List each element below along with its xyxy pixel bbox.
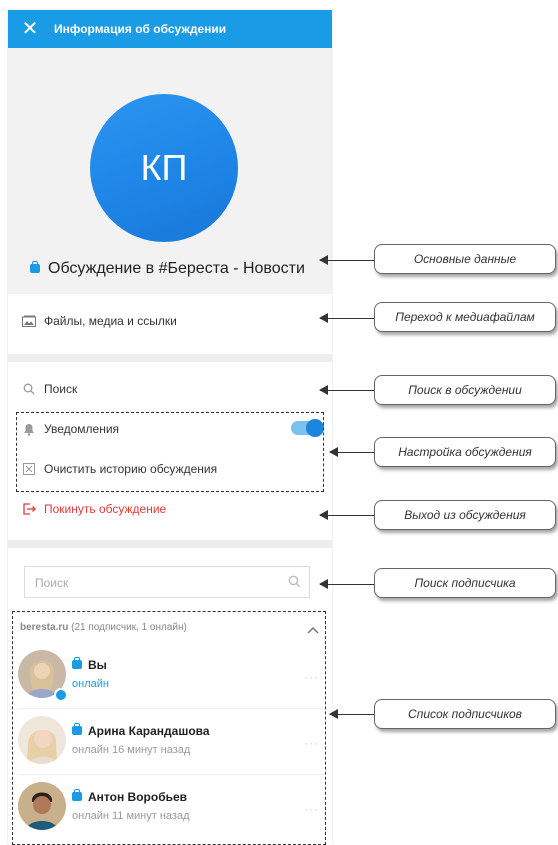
callout-arrow bbox=[319, 313, 376, 323]
search-in-discussion-item[interactable]: Поиск bbox=[22, 382, 77, 396]
row-divider bbox=[18, 708, 324, 709]
subscriber-name: Арина Карандашова bbox=[72, 723, 210, 738]
discussion-header: КП bbox=[8, 48, 332, 294]
clear-history-label: Очистить историю обсуждения bbox=[44, 462, 218, 476]
more-options-icon[interactable]: ··· bbox=[304, 670, 319, 684]
subscriber-search-input[interactable] bbox=[33, 573, 277, 593]
search-label: Поиск bbox=[44, 382, 78, 396]
notifications-toggle[interactable] bbox=[291, 419, 324, 437]
files-media-links-item[interactable]: Файлы, медиа и ссылки bbox=[22, 314, 177, 328]
callout-arrow bbox=[319, 510, 376, 520]
subscribers-count: (21 подписчик, 1 онлайн) bbox=[71, 622, 187, 633]
panel-title: Информация об обсуждении bbox=[54, 22, 227, 36]
subscriber-row[interactable]: Арина Карандашова онлайн 16 минут назад … bbox=[8, 710, 332, 774]
notifications-label: Уведомления bbox=[44, 422, 120, 436]
clear-history-item[interactable]: Очистить историю обсуждения bbox=[22, 462, 217, 476]
subscribers-domain: beresta.ru bbox=[20, 622, 69, 633]
subscriber-row[interactable]: Вы онлайн ··· bbox=[8, 644, 332, 708]
subscriber-status: онлайн 11 минут назад bbox=[72, 810, 190, 822]
briefcase-icon bbox=[30, 261, 40, 273]
toggle-knob bbox=[306, 419, 324, 437]
search-icon bbox=[22, 382, 36, 396]
callout-arrow bbox=[319, 579, 376, 589]
subscriber-name: Вы bbox=[72, 657, 107, 672]
callout-arrow bbox=[319, 255, 376, 265]
briefcase-icon bbox=[72, 723, 82, 735]
section-divider bbox=[8, 354, 332, 362]
subscriber-name-text: Арина Карандашова bbox=[88, 724, 210, 738]
briefcase-icon bbox=[72, 657, 82, 669]
subscriber-name: Антон Воробьев bbox=[72, 789, 188, 804]
subscriber-name-text: Вы bbox=[88, 658, 107, 672]
more-options-icon[interactable]: ··· bbox=[304, 802, 319, 816]
notifications-item: Уведомления bbox=[22, 422, 119, 436]
section-divider bbox=[8, 540, 332, 548]
leave-discussion-item[interactable]: Покинуть обсуждение bbox=[22, 502, 166, 516]
discussion-name-text: Обсуждение в #Береста - Новости bbox=[48, 260, 305, 277]
leave-discussion-label: Покинуть обсуждение bbox=[44, 502, 167, 516]
callout-arrow bbox=[329, 709, 376, 719]
subscriber-name-text: Антон Воробьев bbox=[88, 790, 188, 804]
discussion-info-panel: ✕ Информация об обсуждении КП Обсуждение… bbox=[8, 10, 332, 845]
subscriber-row[interactable]: Антон Воробьев онлайн 11 минут назад ··· bbox=[8, 776, 332, 840]
exit-icon bbox=[22, 502, 36, 516]
bell-icon bbox=[22, 422, 36, 436]
files-media-links-label: Файлы, медиа и ссылки bbox=[44, 314, 177, 328]
callout-subscriber-list: Список подписчиков bbox=[374, 699, 556, 729]
callout-settings: Настройка обсуждения bbox=[374, 437, 556, 467]
briefcase-icon bbox=[72, 789, 82, 801]
row-divider bbox=[18, 774, 324, 775]
clear-history-icon bbox=[22, 462, 36, 476]
callout-search-subscriber: Поиск подписчика bbox=[374, 568, 556, 598]
discussion-name: Обсуждение в #Береста - Новости bbox=[30, 260, 305, 278]
close-icon[interactable]: ✕ bbox=[20, 19, 40, 39]
subscriber-search-box bbox=[24, 566, 310, 598]
callout-search-chat: Поиск в обсуждении bbox=[374, 375, 556, 405]
image-folder-icon bbox=[22, 314, 36, 328]
online-indicator bbox=[54, 688, 68, 702]
top-bar: ✕ Информация об обсуждении bbox=[8, 10, 332, 48]
search-icon[interactable] bbox=[288, 575, 301, 593]
subscribers-header: beresta.ru (21 подписчик, 1 онлайн) bbox=[20, 622, 187, 633]
callout-media: Переход к медиафайлам bbox=[374, 302, 556, 332]
chevron-up-icon[interactable] bbox=[306, 622, 320, 640]
callout-main-data: Основные данные bbox=[374, 244, 556, 274]
avatar bbox=[18, 716, 66, 764]
subscriber-status: онлайн bbox=[72, 678, 109, 690]
callout-leave: Выход из обсуждения bbox=[374, 500, 556, 530]
callout-arrow bbox=[319, 385, 376, 395]
subscriber-status: онлайн 16 минут назад bbox=[72, 744, 191, 756]
more-options-icon[interactable]: ··· bbox=[304, 736, 319, 750]
avatar bbox=[18, 782, 66, 830]
discussion-avatar: КП bbox=[90, 94, 238, 242]
